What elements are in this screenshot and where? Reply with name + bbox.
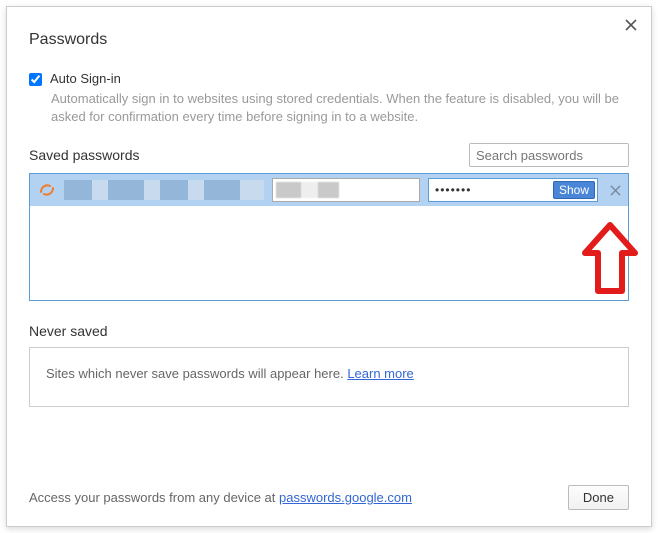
show-button[interactable]: Show xyxy=(553,181,595,199)
annotation-arrow-icon xyxy=(575,219,645,304)
page-title: Passwords xyxy=(29,31,629,49)
saved-header: Saved passwords xyxy=(29,143,629,167)
remove-row-icon[interactable] xyxy=(606,181,624,199)
password-mask: ••••••• xyxy=(435,183,471,197)
password-row[interactable]: ••••••• Show xyxy=(30,174,628,206)
site-cell xyxy=(64,180,264,200)
password-cell[interactable]: ••••••• Show xyxy=(428,178,598,202)
auto-signin-checkbox[interactable] xyxy=(29,73,42,86)
username-cell[interactable] xyxy=(272,178,420,202)
passwords-dialog: Passwords Auto Sign-in Automatically sig… xyxy=(6,6,652,527)
never-saved-text: Sites which never save passwords will ap… xyxy=(46,366,347,381)
passwords-link[interactable]: passwords.google.com xyxy=(279,490,412,505)
auto-signin-description: Automatically sign in to websites using … xyxy=(51,90,629,125)
done-button[interactable]: Done xyxy=(568,485,629,510)
learn-more-link[interactable]: Learn more xyxy=(347,366,413,381)
search-input[interactable] xyxy=(469,143,629,167)
footer-prefix: Access your passwords from any device at xyxy=(29,490,279,505)
auto-signin-row: Auto Sign-in xyxy=(29,71,629,86)
never-saved-title: Never saved xyxy=(29,323,629,339)
footer-text: Access your passwords from any device at… xyxy=(29,490,412,505)
saved-title: Saved passwords xyxy=(29,147,140,163)
never-saved-box: Sites which never save passwords will ap… xyxy=(29,347,629,407)
site-favicon-icon xyxy=(38,181,56,199)
saved-passwords-list: ••••••• Show xyxy=(29,173,629,301)
auto-signin-label: Auto Sign-in xyxy=(50,71,121,86)
username-blur xyxy=(276,182,416,198)
footer: Access your passwords from any device at… xyxy=(29,485,629,510)
close-icon[interactable] xyxy=(621,15,641,35)
